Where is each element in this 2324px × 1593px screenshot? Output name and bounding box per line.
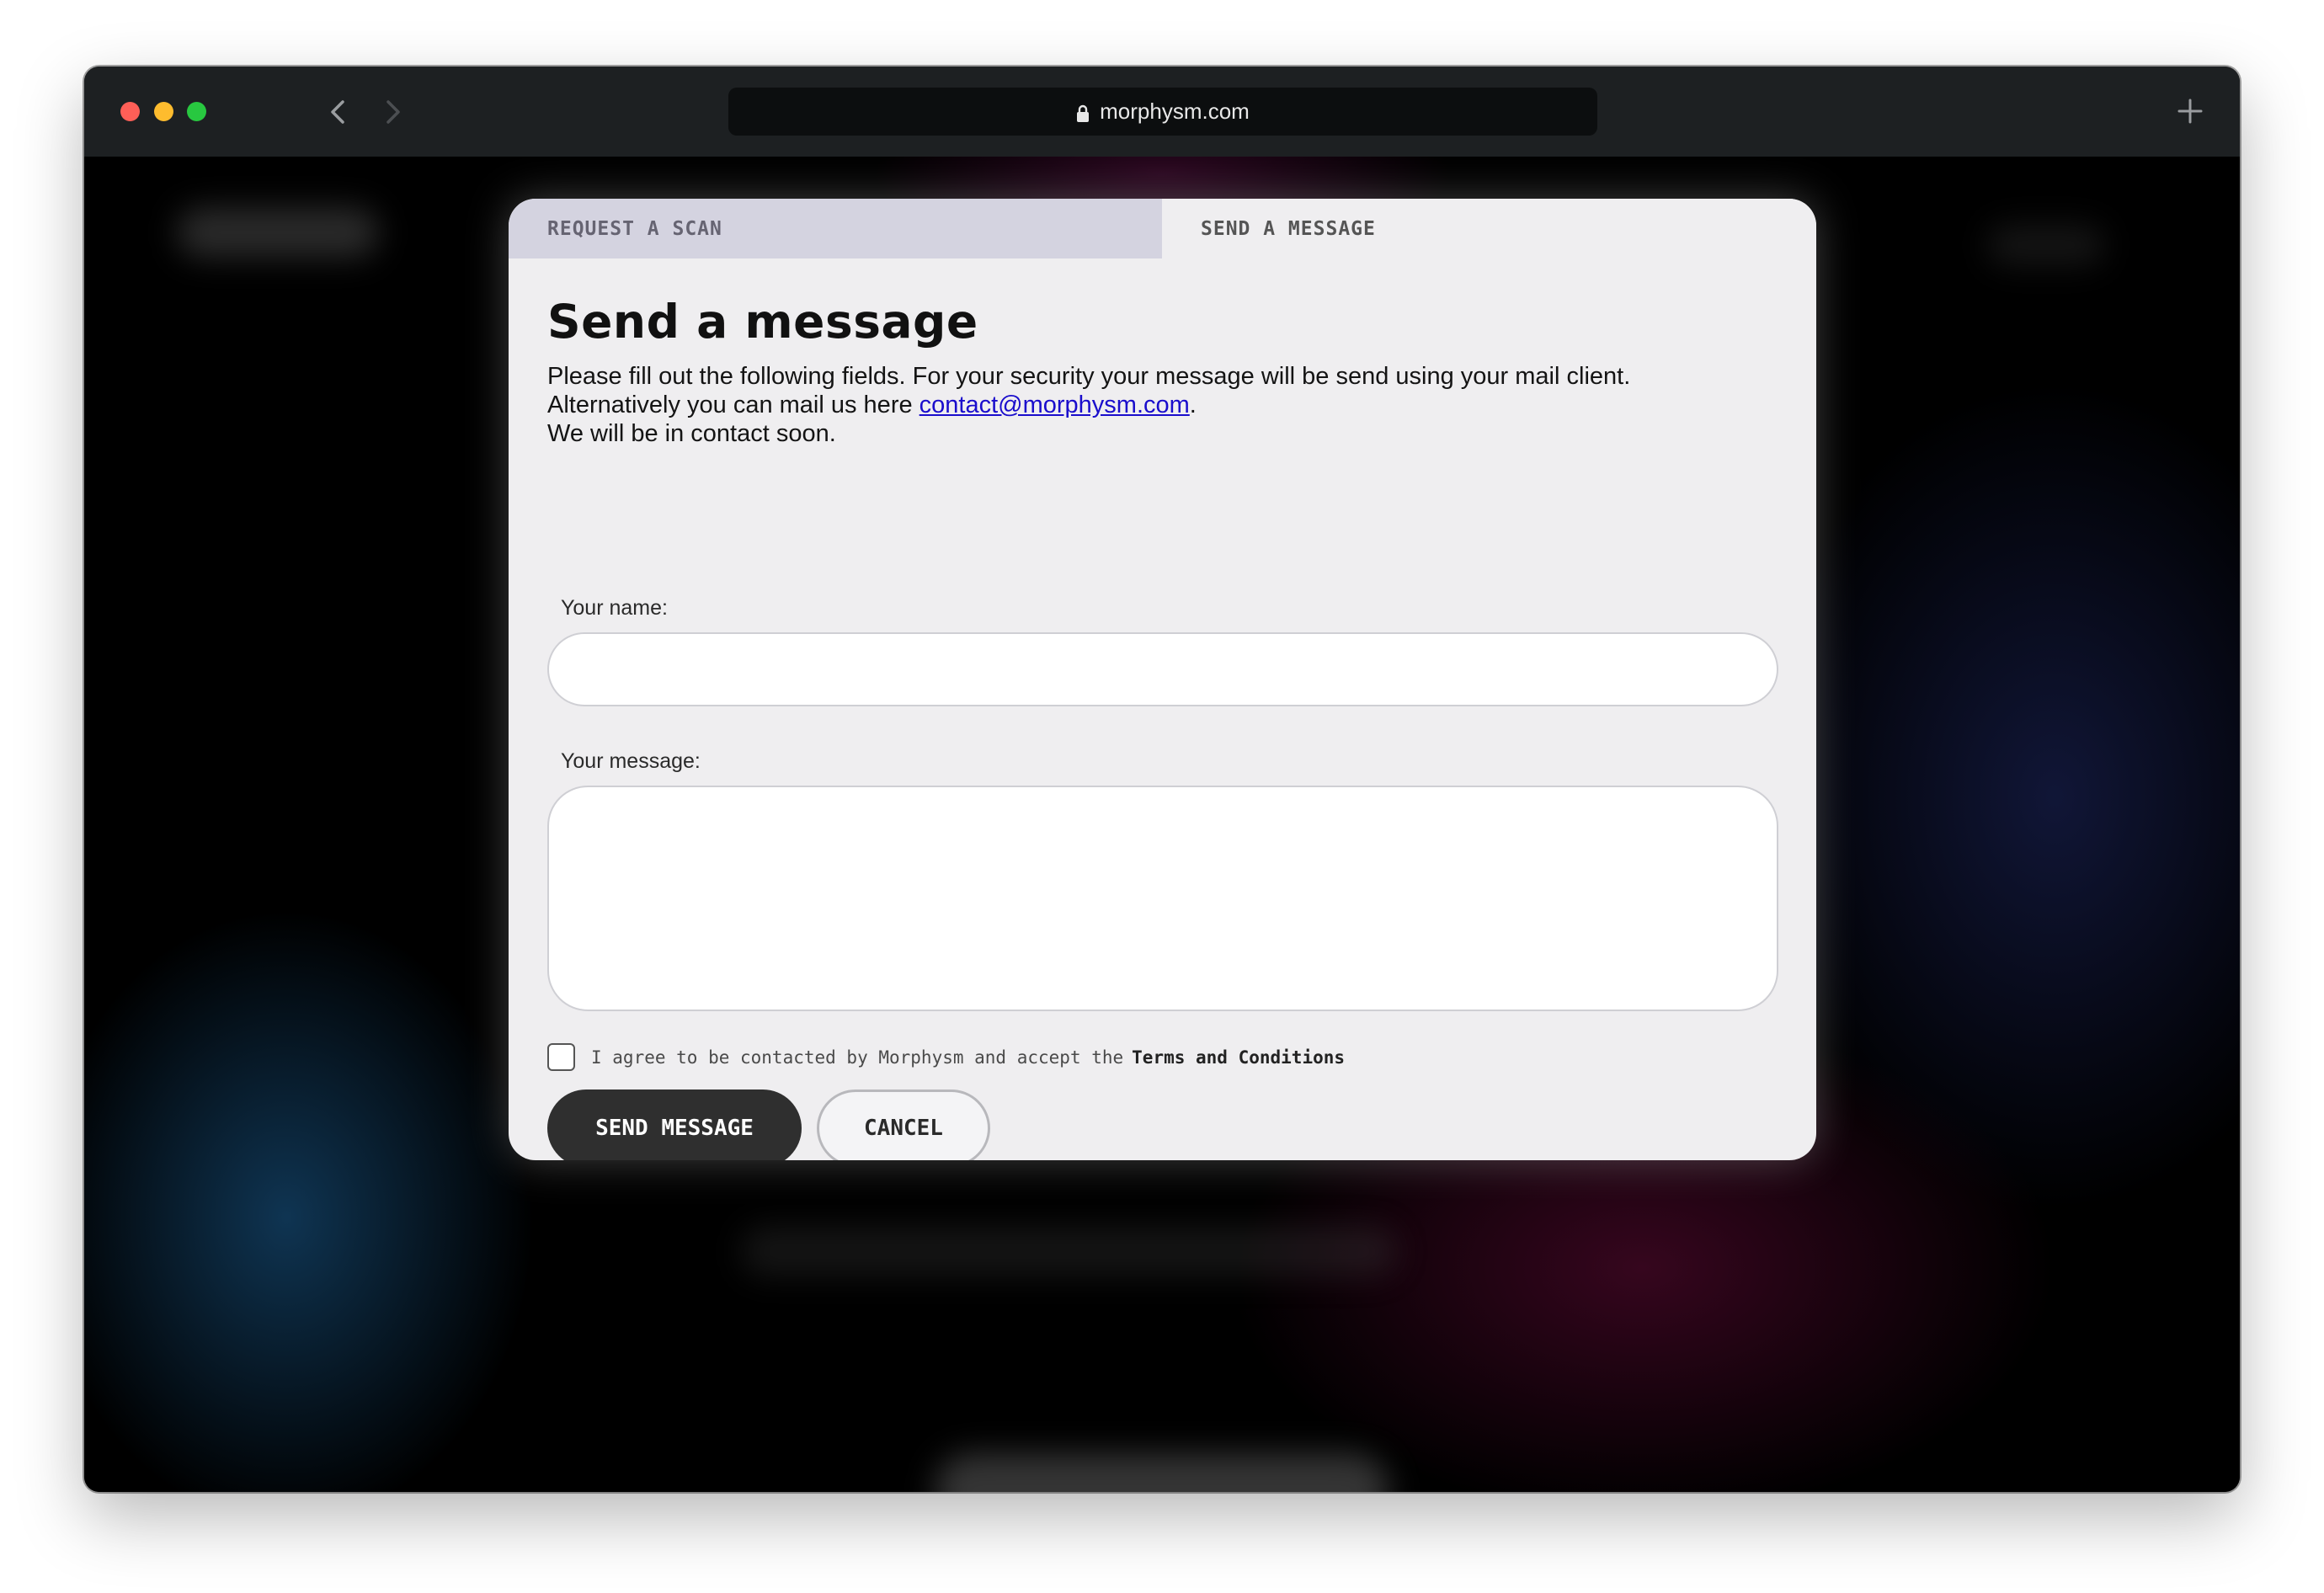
- name-input[interactable]: [547, 632, 1778, 706]
- message-textarea[interactable]: [547, 786, 1778, 1011]
- page-viewport: REQUEST A SCAN SEND A MESSAGE Send a mes…: [84, 157, 2240, 1492]
- description-line-1: Please fill out the following fields. Fo…: [547, 363, 1631, 390]
- browser-titlebar: morphysm.com: [84, 67, 2240, 157]
- email-link[interactable]: contact@morphysm.com: [919, 392, 1190, 418]
- close-window-button[interactable]: [120, 102, 140, 121]
- url-text: morphysm.com: [1100, 99, 1250, 124]
- blurred-menu: [1987, 224, 2105, 266]
- message-label: Your message:: [561, 749, 701, 773]
- contact-modal: REQUEST A SCAN SEND A MESSAGE Send a mes…: [509, 199, 1816, 1160]
- page-title: Send a message: [547, 295, 978, 349]
- send-message-button[interactable]: SEND MESSAGE: [547, 1090, 802, 1160]
- address-bar[interactable]: morphysm.com: [728, 88, 1597, 136]
- description-line-2: Alternatively you can mail us here conta…: [547, 391, 1778, 419]
- plus-icon[interactable]: [2176, 97, 2204, 125]
- terms-link[interactable]: Terms and Conditions: [1132, 1047, 1345, 1068]
- blurred-logo: [177, 207, 379, 258]
- description-line-2-suffix: .: [1189, 392, 1197, 418]
- name-label: Your name:: [561, 596, 668, 620]
- blurred-button: [935, 1453, 1389, 1492]
- form-description: Please fill out the following fields. Fo…: [547, 362, 1778, 448]
- consent-text: I agree to be contacted by Morphysm and …: [591, 1043, 1345, 1071]
- maximize-window-button[interactable]: [187, 102, 206, 121]
- forward-arrow-icon[interactable]: [377, 97, 408, 127]
- description-line-2-prefix: Alternatively you can mail us here: [547, 392, 919, 418]
- tab-request-scan[interactable]: REQUEST A SCAN: [509, 199, 1162, 258]
- consent-label: I agree to be contacted by Morphysm and …: [591, 1047, 1124, 1068]
- tab-send-message[interactable]: SEND A MESSAGE: [1162, 199, 1816, 258]
- cancel-button[interactable]: CANCEL: [817, 1090, 990, 1160]
- description-line-3: We will be in contact soon.: [547, 420, 836, 447]
- minimize-window-button[interactable]: [154, 102, 173, 121]
- back-arrow-icon[interactable]: [323, 97, 354, 127]
- browser-window: morphysm.com REQUEST A SCAN SEND A MESSA…: [84, 67, 2240, 1492]
- lock-icon: [1076, 103, 1090, 122]
- modal-content: Send a message Please fill out the follo…: [547, 291, 1778, 448]
- consent-checkbox[interactable]: [547, 1043, 575, 1071]
- modal-tabs: REQUEST A SCAN SEND A MESSAGE: [509, 199, 1816, 258]
- blurred-text: [741, 1226, 1398, 1276]
